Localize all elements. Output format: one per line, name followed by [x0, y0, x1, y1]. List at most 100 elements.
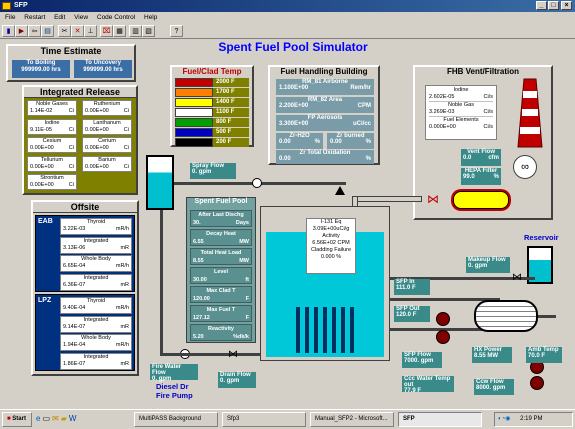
help-icon[interactable]: ?	[170, 25, 183, 37]
max-fuel-temp-value: 127.12	[193, 315, 210, 321]
release-cell: Lanthanum 0.00E+00 Ci	[82, 118, 132, 135]
calc-icon[interactable]: ▥	[129, 25, 142, 37]
maximize-button[interactable]: □	[548, 1, 559, 10]
cladding-value: 0.000	[320, 254, 335, 260]
task-sfp3-label: Sfp3	[227, 416, 240, 422]
dose-value: 1.94E-04	[63, 342, 86, 348]
hx-power-box: HX Power 8.55 MW	[472, 347, 512, 363]
hepa-value: 99.0	[463, 174, 475, 180]
cooling-pump-1-icon[interactable]	[436, 312, 450, 326]
max-fuel-temp-label: Max Fuel T	[206, 307, 236, 313]
release-unit: Ci	[68, 163, 74, 170]
menu-code-control[interactable]: Code Control	[97, 14, 135, 21]
legend-swatch	[175, 78, 213, 87]
legend-entry: 800 F	[175, 118, 249, 127]
vent-fuel-unit: Ci/s	[483, 124, 493, 130]
to-uncovery-label: To Uncovery	[85, 60, 121, 66]
ccw-temp-box: Ccc Water Temp out 77.9 F	[402, 376, 454, 394]
fp-aerosols-value: 3.300E+00	[279, 121, 309, 127]
vent-noble-unit: Ci/s	[483, 109, 493, 115]
delete-icon[interactable]: ⌧	[100, 25, 113, 37]
dose-name: Whole Body	[81, 335, 111, 341]
total-heat-load-value: 8.55	[193, 258, 204, 264]
cut-icon[interactable]: ✂	[58, 25, 71, 37]
task-sfp[interactable]: SFP	[398, 412, 482, 427]
activity-value: 6.56E+02 CPM	[312, 240, 350, 246]
window-title: SFP	[14, 2, 28, 9]
close-button[interactable]: ×	[561, 1, 572, 10]
dose-name: Integrated	[83, 274, 109, 281]
ccw-pump-2-icon[interactable]	[530, 376, 544, 390]
dose-value: 1.86E-07	[63, 360, 86, 367]
to-uncovery-value: 999999.00	[83, 67, 112, 73]
ccw-temp-label: Ccc Water Temp out	[404, 376, 451, 388]
hx-power-unit: MW	[487, 353, 499, 359]
dose-value: 9.40E-04	[63, 305, 86, 311]
ccw-temp-value: 77.9	[404, 388, 416, 394]
task-multipass[interactable]: MultiPASS Background	[134, 412, 218, 427]
legend-entry: 1400 F	[175, 98, 249, 107]
page-title: Spent Fuel Pool Simulator	[218, 40, 368, 54]
makeup-valve-icon[interactable]: ⋈	[512, 273, 522, 283]
drain-valve-icon[interactable]: ⋈	[228, 350, 238, 360]
release-cell: Cesium 0.00E+00 Ci	[27, 137, 77, 153]
to-uncovery-unit: hrs	[113, 67, 123, 73]
reactivity-unit: %dk/k	[233, 334, 249, 340]
reactivity-label: Reactivity	[208, 326, 234, 332]
dose-value: 3.13E-06	[63, 244, 86, 251]
chart-icon[interactable]: ▧	[142, 25, 155, 37]
decay-heat-box: Decay Heat 6.55 MW	[190, 229, 252, 246]
start-button[interactable]: ■ Start	[2, 412, 32, 427]
task-sfp3[interactable]: Sfp3	[222, 412, 306, 427]
legend-swatch	[175, 88, 213, 97]
makeup-flow-value: 0.	[468, 263, 474, 269]
desktop-icon[interactable]: ▭	[42, 414, 52, 423]
to-uncovery-box: To Uncovery 999999.00 hrs	[74, 60, 132, 78]
word-icon[interactable]: W	[69, 414, 79, 423]
fuel-clad-temp-title: Fuel/Clad Temp	[182, 67, 242, 76]
fuel-assembly	[296, 307, 300, 353]
vent-flow-unit: cfm	[488, 155, 499, 161]
close-doc-icon[interactable]: ✕	[71, 25, 84, 37]
legend-label: 200 F	[213, 138, 249, 147]
sfp-flow-value: 7000.	[404, 358, 420, 364]
fuel-racks	[296, 307, 356, 357]
menu-file[interactable]: File	[5, 14, 15, 21]
amb-temp-unit: F	[541, 353, 546, 359]
dose-cell: Integrated 9.14E-07 mR	[60, 315, 132, 333]
save-icon[interactable]: ▶	[15, 25, 28, 37]
grid-icon[interactable]: ▦	[113, 25, 126, 37]
outlook-icon[interactable]: ✉	[52, 414, 61, 423]
vent-flow-box: Vent Flow 0.0 cfm	[461, 149, 501, 166]
menu-edit[interactable]: Edit	[54, 14, 65, 21]
vent-filtration-panel: FHB Vent/Filtration Iodine 2.602E-05 Ci/s…	[413, 65, 553, 220]
dose-unit: mR/h	[115, 263, 129, 269]
step-icon[interactable]: ⊥	[84, 25, 97, 37]
vent-valve-icon[interactable]: ⋈	[427, 193, 443, 205]
zr-oxidation-value: 0.00	[279, 156, 291, 162]
menu-restart[interactable]: Restart	[24, 14, 45, 21]
release-unit: Ci	[68, 126, 74, 133]
print-icon[interactable]: ▤	[41, 25, 54, 37]
tray-icons[interactable]: ◐◔◉	[498, 416, 510, 422]
legend-entry: 2000 F	[175, 78, 249, 87]
menu-view[interactable]: View	[74, 14, 88, 21]
minimize-button[interactable]: _	[536, 1, 547, 10]
diesel-pump-line1: Diesel Dr	[156, 382, 189, 391]
release-cell: Strontium 0.00E+00 Ci	[27, 174, 77, 190]
legend-entry: 1100 F	[175, 108, 249, 117]
integrated-release-panel: Integrated Release Noble Gases 1.14E-02 Ci…	[22, 85, 138, 195]
menu-help[interactable]: Help	[144, 14, 157, 21]
release-value: 1.14E-02	[30, 108, 53, 114]
folder-icon[interactable]: ▰	[61, 414, 69, 423]
time-estimate-title: Time Estimate	[40, 46, 102, 56]
release-unit: Ci	[68, 145, 74, 151]
vent-noble-label: Noble Gas	[429, 101, 493, 109]
release-name: Ruthenium	[93, 101, 121, 107]
cooling-pump-2-icon[interactable]	[436, 330, 450, 344]
back-icon[interactable]: ⇦	[28, 25, 41, 37]
task-manual[interactable]: Manual_SFP2 - Microsoft...	[310, 412, 394, 427]
open-icon[interactable]: ▮	[2, 25, 15, 37]
ccw-temp-unit: F	[417, 388, 422, 394]
spray-pump-icon[interactable]	[252, 178, 262, 188]
